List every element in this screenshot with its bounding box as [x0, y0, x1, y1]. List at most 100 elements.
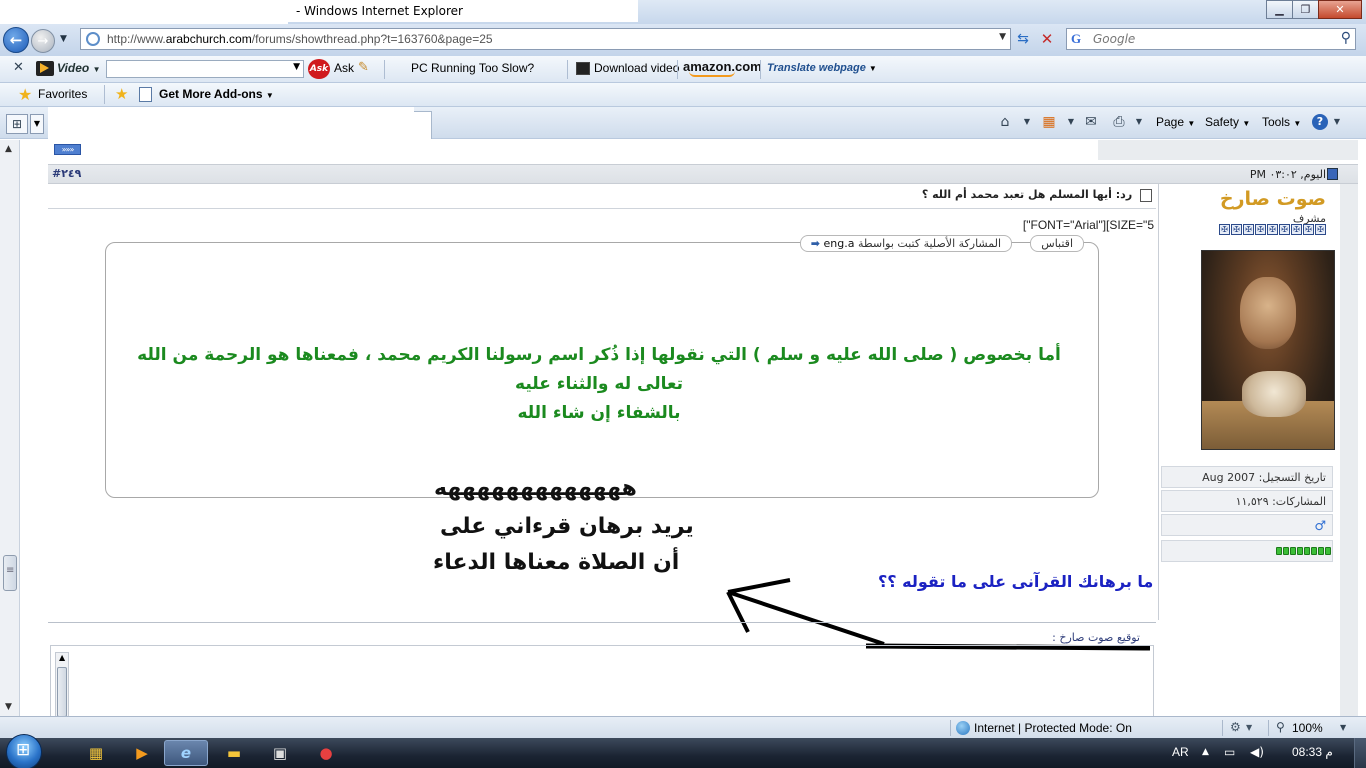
refresh-button[interactable]: ⇆ [1013, 29, 1033, 49]
media-player-icon[interactable]: ▶ [120, 740, 164, 766]
close-button[interactable]: ✕ [1318, 0, 1362, 19]
tab-list-dropdown[interactable]: ▼ [30, 114, 44, 134]
chevron-down-icon[interactable]: ▼ [1246, 723, 1252, 732]
chevron-down-icon[interactable]: ▼ [1062, 113, 1080, 131]
windows-explorer-icon[interactable]: ▦ [74, 740, 118, 766]
calculator-task[interactable]: ▣ [258, 740, 302, 766]
favorites-button[interactable]: Favorites [38, 87, 87, 101]
stop-button[interactable]: ✕ [1037, 29, 1057, 49]
signature-scroll-thumb[interactable] [57, 667, 67, 717]
amazon-button[interactable]: amazon.com [683, 59, 762, 77]
security-zone-text[interactable]: Internet | Protected Mode: On [974, 721, 1132, 735]
reputation-pip [1304, 547, 1310, 555]
zoom-level[interactable]: 100% [1292, 721, 1323, 735]
toolbar-search-field[interactable]: ▼ [106, 60, 304, 78]
volume-icon[interactable]: ◀) [1250, 745, 1264, 759]
status-separator [1268, 720, 1269, 736]
app-task[interactable]: ● [304, 740, 348, 766]
start-button[interactable] [6, 734, 42, 768]
folder-grid-icon: ▦ [88, 744, 104, 762]
chevron-down-icon: ▼ [868, 64, 877, 73]
username-link[interactable]: صوت صارخ [1220, 188, 1326, 210]
chevron-down-icon: ▼ [293, 62, 300, 72]
chevron-down-icon[interactable]: ▼ [1130, 113, 1148, 131]
view-post-arrow-icon[interactable]: ➡ [811, 237, 820, 250]
toolbar-separator [384, 60, 385, 79]
system-clock[interactable]: 08:33 م [1292, 745, 1333, 759]
toolbar-separator [104, 85, 105, 104]
zoom-icon[interactable]: ⚲ [1276, 720, 1285, 734]
quote-box: اقتباس المشاركة الأصلية كتبت بواسطة eng.… [105, 235, 1099, 498]
google-icon: G [1071, 31, 1082, 46]
history-dropdown[interactable]: ▼ [60, 34, 67, 44]
male-gender-icon: ♂ [1314, 519, 1326, 534]
quote-author-link[interactable]: eng.a [824, 237, 855, 250]
reputation-pip [1283, 547, 1289, 555]
video-menu[interactable]: Video ▼ [57, 61, 101, 75]
tools-menu[interactable]: Tools ▼ [1262, 115, 1301, 129]
network-icon[interactable]: ▭ [1224, 745, 1235, 759]
print-icon[interactable]: ⎙ [1110, 113, 1128, 131]
safety-menu[interactable]: Safety ▼ [1205, 115, 1250, 129]
chevron-down-icon: ▼ [265, 91, 274, 100]
laugh-text: هههههههههههههه [434, 476, 637, 501]
back-button[interactable]: ← [3, 27, 29, 53]
video-logo-icon [36, 61, 54, 76]
navigation-arrows-icon[interactable]: »»» [54, 144, 81, 155]
reputation-row [1161, 540, 1333, 562]
internet-explorer-task[interactable]: e [164, 740, 208, 766]
chevron-down-icon[interactable]: ▼ [1018, 113, 1036, 131]
post-time: اليوم, ٠٣:٠٢ PM [1249, 168, 1326, 181]
show-desktop-button[interactable] [1354, 738, 1366, 768]
address-bar[interactable]: http://www.arabchurch.com/forums/showthr… [80, 28, 1011, 50]
reputation-pip [1290, 547, 1296, 555]
input-language[interactable]: AR [1172, 745, 1189, 759]
forward-button[interactable]: → [31, 29, 55, 53]
rss-feed-icon[interactable]: ▦ [1040, 113, 1058, 131]
post-number-link[interactable]: #٢٤٩ [52, 167, 81, 180]
favorites-star-icon[interactable]: ★ [18, 85, 32, 104]
ask-button[interactable]: Ask [334, 61, 354, 75]
minimize-button[interactable]: ▁ [1266, 0, 1293, 19]
home-icon[interactable]: ⌂ [996, 113, 1014, 131]
window-title-bar: - Windows Internet Explorer ▁ ❐ ✕ [0, 0, 1366, 24]
reputation-pip [1325, 547, 1331, 555]
address-url[interactable]: http://www.arabchurch.com/forums/showthr… [107, 32, 493, 46]
pencil-icon[interactable]: ✎ [358, 60, 369, 75]
chevron-down-icon[interactable]: ▼ [1340, 723, 1346, 732]
stop-icon: ✕ [1040, 30, 1054, 48]
post-header-bar: #٢٤٩ اليوم, ٠٣:٠٢ PM [48, 164, 1358, 184]
help-icon[interactable]: ? [1312, 114, 1328, 130]
toolbar-separator [677, 60, 678, 79]
vertical-scrollbar[interactable]: ▲ ▼ [0, 140, 20, 716]
signature-box: ▲ [50, 645, 1154, 718]
show-hidden-icons-icon[interactable]: ▲ [1202, 747, 1209, 757]
search-icon[interactable]: ⚲ [1341, 30, 1351, 46]
pc-slow-link[interactable]: PC Running Too Slow? [411, 61, 534, 75]
signature-scrollbar[interactable]: ▲ [55, 652, 69, 718]
quote-button[interactable]: اقتباس [1030, 235, 1084, 252]
rank-icon: ✠ [1243, 224, 1254, 235]
folder-task[interactable]: ▬ [212, 740, 256, 766]
addon-toolbar: ✕ Video ▼ ▼ Ask Ask ✎ PC Running Too Slo… [0, 56, 1366, 83]
maximize-button[interactable]: ❐ [1292, 0, 1319, 19]
scroll-down-icon[interactable]: ▼ [5, 702, 12, 712]
download-video-button[interactable]: Download video [594, 61, 679, 75]
get-addons-button[interactable]: Get More Add-ons ▼ [159, 87, 274, 101]
post-title: رد: أيها المسلم هل تعبد محمد أم الله ؟ [921, 188, 1133, 201]
close-toolbar-icon[interactable]: ✕ [13, 60, 24, 75]
search-input[interactable]: G Google ⚲ [1066, 28, 1356, 50]
translate-button[interactable]: Translate webpage ▼ [767, 62, 877, 74]
address-dropdown[interactable]: ▼ [999, 32, 1006, 42]
protected-mode-icon[interactable]: ⚙ [1230, 720, 1241, 734]
scroll-up-icon[interactable]: ▲ [5, 144, 12, 154]
gender-row: ♂ [1161, 514, 1333, 536]
scroll-up-icon[interactable]: ▲ [59, 653, 65, 662]
chevron-down-icon[interactable]: ▼ [1328, 113, 1346, 131]
page-menu[interactable]: Page ▼ [1156, 115, 1195, 129]
chevron-down-icon: ▼ [60, 34, 67, 44]
scrollbar-thumb[interactable] [3, 555, 17, 591]
add-favorite-icon[interactable]: ★ [115, 85, 128, 103]
read-mail-icon[interactable]: ✉ [1082, 113, 1100, 131]
quick-tabs-icon[interactable]: ⊞ [6, 114, 28, 134]
